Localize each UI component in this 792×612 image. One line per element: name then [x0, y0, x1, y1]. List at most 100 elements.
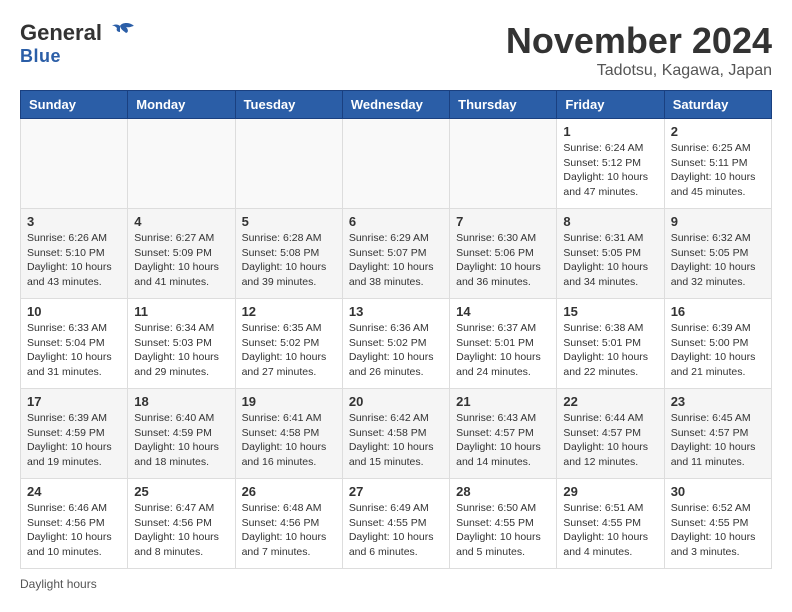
calendar-week-row: 17 Sunrise: 6:39 AM Sunset: 4:59 PM Dayli…	[21, 389, 772, 479]
calendar-cell	[21, 119, 128, 209]
day-info: Sunrise: 6:25 AM Sunset: 5:11 PM Dayligh…	[671, 141, 765, 200]
col-friday: Friday	[557, 91, 664, 119]
title-block: November 2024 Tadotsu, Kagawa, Japan	[506, 20, 772, 80]
calendar-week-row: 1 Sunrise: 6:24 AM Sunset: 5:12 PM Daylig…	[21, 119, 772, 209]
calendar-cell	[235, 119, 342, 209]
day-number: 16	[671, 304, 765, 319]
calendar-cell: 17 Sunrise: 6:39 AM Sunset: 4:59 PM Dayli…	[21, 389, 128, 479]
day-number: 23	[671, 394, 765, 409]
col-tuesday: Tuesday	[235, 91, 342, 119]
day-number: 21	[456, 394, 550, 409]
calendar-cell: 27 Sunrise: 6:49 AM Sunset: 4:55 PM Dayli…	[342, 479, 449, 569]
day-number: 22	[563, 394, 657, 409]
day-number: 2	[671, 124, 765, 139]
day-info: Sunrise: 6:46 AM Sunset: 4:56 PM Dayligh…	[27, 501, 121, 560]
day-info: Sunrise: 6:37 AM Sunset: 5:01 PM Dayligh…	[456, 321, 550, 380]
calendar-cell: 26 Sunrise: 6:48 AM Sunset: 4:56 PM Dayli…	[235, 479, 342, 569]
day-info: Sunrise: 6:48 AM Sunset: 4:56 PM Dayligh…	[242, 501, 336, 560]
day-number: 26	[242, 484, 336, 499]
col-thursday: Thursday	[450, 91, 557, 119]
day-number: 8	[563, 214, 657, 229]
calendar-cell: 11 Sunrise: 6:34 AM Sunset: 5:03 PM Dayli…	[128, 299, 235, 389]
calendar-cell: 29Sunrise: 6:51 AM Sunset: 4:55 PM Dayli…	[557, 479, 664, 569]
col-wednesday: Wednesday	[342, 91, 449, 119]
day-number: 11	[134, 304, 228, 319]
col-sunday: Sunday	[21, 91, 128, 119]
day-info: Sunrise: 6:49 AM Sunset: 4:55 PM Dayligh…	[349, 501, 443, 560]
calendar-cell: 5 Sunrise: 6:28 AM Sunset: 5:08 PM Daylig…	[235, 209, 342, 299]
calendar-cell: 21Sunrise: 6:43 AM Sunset: 4:57 PM Dayli…	[450, 389, 557, 479]
col-monday: Monday	[128, 91, 235, 119]
calendar-cell: 30 Sunrise: 6:52 AM Sunset: 4:55 PM Dayli…	[664, 479, 771, 569]
day-info: Sunrise: 6:31 AM Sunset: 5:05 PM Dayligh…	[563, 231, 657, 290]
calendar-cell: 23 Sunrise: 6:45 AM Sunset: 4:57 PM Dayli…	[664, 389, 771, 479]
calendar-cell: 10Sunrise: 6:33 AM Sunset: 5:04 PM Dayli…	[21, 299, 128, 389]
day-info: Sunrise: 6:41 AM Sunset: 4:58 PM Dayligh…	[242, 411, 336, 470]
calendar-cell	[128, 119, 235, 209]
day-number: 27	[349, 484, 443, 499]
day-info: Sunrise: 6:38 AM Sunset: 5:01 PM Dayligh…	[563, 321, 657, 380]
day-number: 9	[671, 214, 765, 229]
day-number: 12	[242, 304, 336, 319]
calendar-cell: 15 Sunrise: 6:38 AM Sunset: 5:01 PM Dayli…	[557, 299, 664, 389]
day-number: 5	[242, 214, 336, 229]
day-number: 1	[563, 124, 657, 139]
day-info: Sunrise: 6:34 AM Sunset: 5:03 PM Dayligh…	[134, 321, 228, 380]
day-info: Sunrise: 6:28 AM Sunset: 5:08 PM Dayligh…	[242, 231, 336, 290]
calendar-cell: 18Sunrise: 6:40 AM Sunset: 4:59 PM Dayli…	[128, 389, 235, 479]
day-number: 14	[456, 304, 550, 319]
calendar-cell	[450, 119, 557, 209]
calendar-cell: 9Sunrise: 6:32 AM Sunset: 5:05 PM Daylig…	[664, 209, 771, 299]
day-number: 6	[349, 214, 443, 229]
day-number: 30	[671, 484, 765, 499]
calendar-cell: 24 Sunrise: 6:46 AM Sunset: 4:56 PM Dayli…	[21, 479, 128, 569]
day-number: 4	[134, 214, 228, 229]
calendar-cell: 22 Sunrise: 6:44 AM Sunset: 4:57 PM Dayli…	[557, 389, 664, 479]
calendar-cell: 1 Sunrise: 6:24 AM Sunset: 5:12 PM Daylig…	[557, 119, 664, 209]
calendar-cell: 19 Sunrise: 6:41 AM Sunset: 4:58 PM Dayli…	[235, 389, 342, 479]
col-saturday: Saturday	[664, 91, 771, 119]
logo-general: General	[20, 20, 102, 46]
day-info: Sunrise: 6:45 AM Sunset: 4:57 PM Dayligh…	[671, 411, 765, 470]
calendar-cell: 14 Sunrise: 6:37 AM Sunset: 5:01 PM Dayli…	[450, 299, 557, 389]
day-number: 17	[27, 394, 121, 409]
calendar: Sunday Monday Tuesday Wednesday Thursday…	[20, 90, 772, 569]
calendar-cell: 12 Sunrise: 6:35 AM Sunset: 5:02 PM Dayli…	[235, 299, 342, 389]
day-number: 19	[242, 394, 336, 409]
day-info: Sunrise: 6:24 AM Sunset: 5:12 PM Dayligh…	[563, 141, 657, 200]
day-info: Sunrise: 6:36 AM Sunset: 5:02 PM Dayligh…	[349, 321, 443, 380]
day-number: 18	[134, 394, 228, 409]
calendar-cell: 4Sunrise: 6:27 AM Sunset: 5:09 PM Daylig…	[128, 209, 235, 299]
day-number: 24	[27, 484, 121, 499]
calendar-cell: 13Sunrise: 6:36 AM Sunset: 5:02 PM Dayli…	[342, 299, 449, 389]
calendar-week-row: 24 Sunrise: 6:46 AM Sunset: 4:56 PM Dayli…	[21, 479, 772, 569]
logo-bird-icon	[106, 22, 134, 44]
logo-blue-text: Blue	[20, 46, 61, 67]
day-info: Sunrise: 6:39 AM Sunset: 4:59 PM Dayligh…	[27, 411, 121, 470]
calendar-cell: 20Sunrise: 6:42 AM Sunset: 4:58 PM Dayli…	[342, 389, 449, 479]
day-info: Sunrise: 6:51 AM Sunset: 4:55 PM Dayligh…	[563, 501, 657, 560]
location: Tadotsu, Kagawa, Japan	[506, 62, 772, 80]
page-header: General Blue November 2024 Tadotsu, Kaga…	[20, 20, 772, 80]
calendar-cell: 28Sunrise: 6:50 AM Sunset: 4:55 PM Dayli…	[450, 479, 557, 569]
calendar-cell: 25 Sunrise: 6:47 AM Sunset: 4:56 PM Dayli…	[128, 479, 235, 569]
day-info: Sunrise: 6:47 AM Sunset: 4:56 PM Dayligh…	[134, 501, 228, 560]
calendar-header-row: Sunday Monday Tuesday Wednesday Thursday…	[21, 91, 772, 119]
calendar-week-row: 10Sunrise: 6:33 AM Sunset: 5:04 PM Dayli…	[21, 299, 772, 389]
day-info: Sunrise: 6:33 AM Sunset: 5:04 PM Dayligh…	[27, 321, 121, 380]
calendar-week-row: 3 Sunrise: 6:26 AM Sunset: 5:10 PM Daylig…	[21, 209, 772, 299]
calendar-cell: 7Sunrise: 6:30 AM Sunset: 5:06 PM Daylig…	[450, 209, 557, 299]
logo-text: General	[20, 20, 134, 46]
day-info: Sunrise: 6:29 AM Sunset: 5:07 PM Dayligh…	[349, 231, 443, 290]
day-number: 25	[134, 484, 228, 499]
day-number: 3	[27, 214, 121, 229]
calendar-cell: 3 Sunrise: 6:26 AM Sunset: 5:10 PM Daylig…	[21, 209, 128, 299]
day-info: Sunrise: 6:52 AM Sunset: 4:55 PM Dayligh…	[671, 501, 765, 560]
logo: General Blue	[20, 20, 134, 67]
day-info: Sunrise: 6:26 AM Sunset: 5:10 PM Dayligh…	[27, 231, 121, 290]
day-info: Sunrise: 6:44 AM Sunset: 4:57 PM Dayligh…	[563, 411, 657, 470]
day-info: Sunrise: 6:35 AM Sunset: 5:02 PM Dayligh…	[242, 321, 336, 380]
calendar-cell: 8 Sunrise: 6:31 AM Sunset: 5:05 PM Daylig…	[557, 209, 664, 299]
day-info: Sunrise: 6:50 AM Sunset: 4:55 PM Dayligh…	[456, 501, 550, 560]
day-number: 15	[563, 304, 657, 319]
